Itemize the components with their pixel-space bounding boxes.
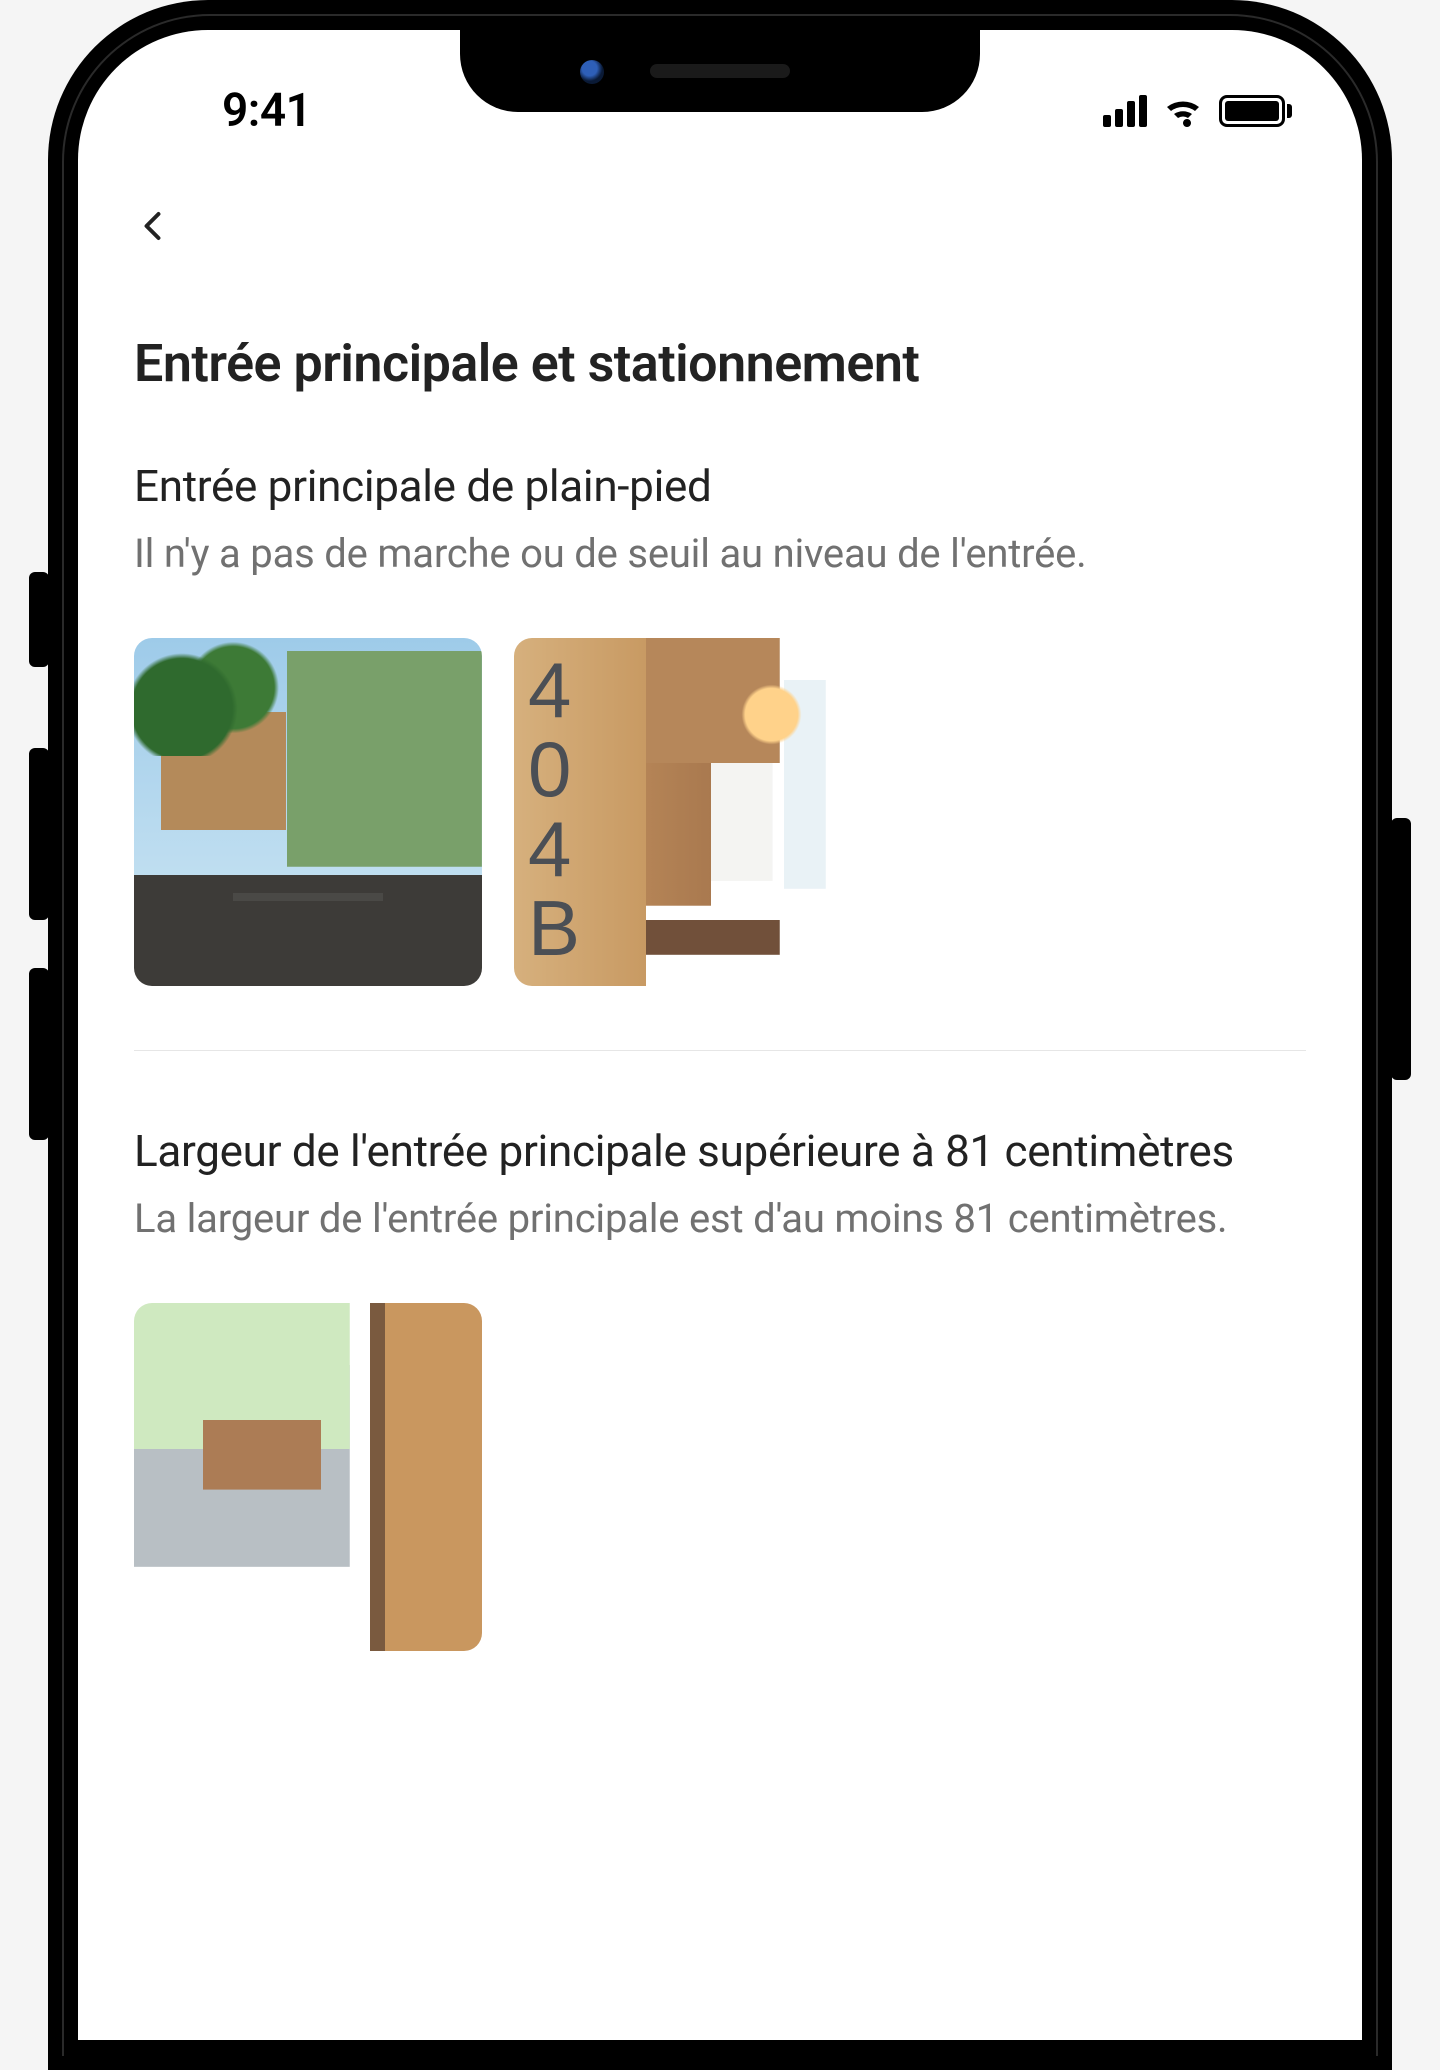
back-button[interactable] <box>122 194 186 258</box>
photo-entrance-side-path[interactable] <box>134 638 482 986</box>
feature-description: La largeur de l'entrée principale est d'… <box>134 1191 1306 1247</box>
phone-power-button <box>1391 818 1411 1080</box>
wifi-icon <box>1161 95 1205 127</box>
phone-screen: 9:41 <box>78 30 1362 2040</box>
page-content: Entrée principale et stationnement Entré… <box>78 278 1362 1651</box>
phone-mute-switch <box>29 572 49 667</box>
nav-bar <box>78 150 1362 278</box>
cellular-signal-icon <box>1103 95 1147 127</box>
photo-entrance-404b[interactable]: 4 0 4 B <box>514 638 862 986</box>
feature-photo-row: 4 0 4 B <box>134 638 1306 986</box>
page-title: Entrée principale et stationnement <box>134 334 1306 394</box>
phone-volume-down <box>29 968 49 1140</box>
chevron-left-icon <box>136 208 172 244</box>
phone-volume-up <box>29 748 49 920</box>
feature-step-free-entrance: Entrée principale de plain-pied Il n'y a… <box>134 458 1306 1051</box>
feature-description: Il n'y a pas de marche ou de seuil au ni… <box>134 526 1306 582</box>
status-time: 9:41 <box>222 84 311 138</box>
speaker-grille-icon <box>650 64 790 78</box>
photo-entrance-door-width[interactable] <box>134 1303 482 1651</box>
house-number-digit: B <box>528 892 580 965</box>
house-number-digit: 4 <box>528 654 580 727</box>
phone-device-frame: 9:41 <box>48 0 1392 2070</box>
house-number-digit: 4 <box>528 813 580 886</box>
front-camera-icon <box>580 60 604 84</box>
house-number-digit: 0 <box>528 733 580 806</box>
battery-full-icon <box>1219 95 1292 127</box>
house-number-404b: 4 0 4 B <box>528 654 580 965</box>
feature-entrance-width: Largeur de l'entrée principale supérieur… <box>134 1123 1306 1651</box>
feature-photo-row <box>134 1303 1306 1651</box>
feature-title: Largeur de l'entrée principale supérieur… <box>134 1123 1306 1179</box>
phone-notch <box>460 30 980 112</box>
feature-title: Entrée principale de plain-pied <box>134 458 1306 514</box>
